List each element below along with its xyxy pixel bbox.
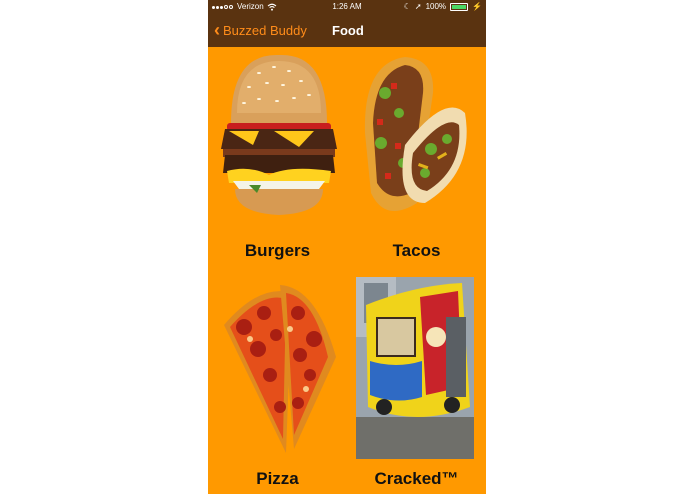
battery-percent: 100% [425, 2, 447, 11]
app-screen: Verizon 1:26 AM ☾ ➚ 100% ⚡ ‹ Buzzed Budd… [208, 0, 486, 494]
pizza-icon [224, 285, 336, 453]
navigation-bar: ‹ Buzzed Buddy Food [208, 14, 486, 47]
page-title: Food [332, 23, 364, 38]
menu-item-tacos[interactable]: Tacos [347, 47, 486, 267]
charging-icon: ⚡ [472, 2, 482, 11]
item-label: Pizza [256, 469, 299, 488]
moon-icon: ☾ [403, 2, 411, 11]
menu-item-burgers[interactable]: Burgers [208, 47, 347, 267]
chevron-left-icon: ‹ [214, 20, 220, 40]
menu-item-pizza[interactable]: Pizza [208, 275, 347, 494]
back-button[interactable]: ‹ Buzzed Buddy [214, 14, 307, 47]
status-bar: Verizon 1:26 AM ☾ ➚ 100% ⚡ [208, 0, 486, 14]
battery-icon [450, 3, 469, 11]
burger-icon [221, 54, 337, 215]
item-label: Tacos [392, 241, 441, 260]
taco-icon [364, 57, 467, 211]
item-label: Cracked™ [374, 469, 459, 488]
menu-item-cracked[interactable]: Cracked™ [347, 275, 486, 494]
location-arrow-icon: ➚ [414, 2, 422, 11]
food-truck-icon [356, 277, 474, 459]
item-label: Burgers [244, 241, 311, 260]
back-button-label: Buzzed Buddy [223, 23, 307, 38]
